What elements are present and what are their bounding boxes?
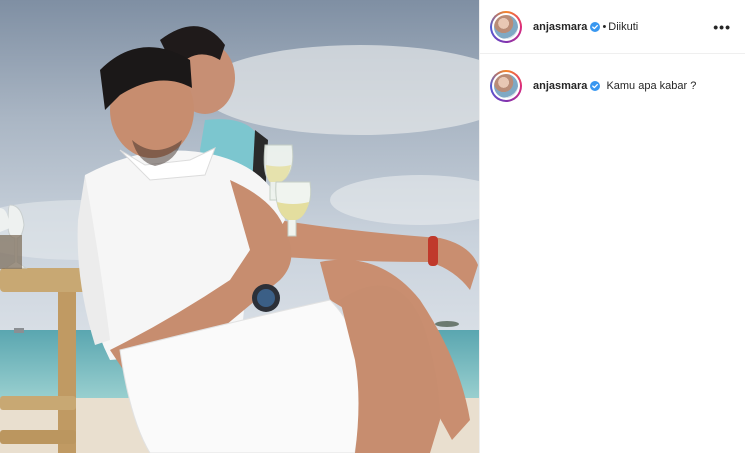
avatar-image bbox=[494, 14, 518, 39]
post-header: anjasmara • Diikuti ••• bbox=[480, 0, 745, 54]
caption-avatar-frame bbox=[492, 72, 520, 100]
header-separator: • bbox=[602, 20, 607, 33]
caption-avatar-image bbox=[494, 74, 518, 98]
beach-photo bbox=[0, 0, 479, 453]
post-sidebar: anjasmara • Diikuti ••• anjasmara Kamu a… bbox=[479, 0, 745, 453]
verified-badge-icon bbox=[590, 21, 601, 32]
caption-avatar[interactable] bbox=[490, 70, 522, 102]
post-photo[interactable] bbox=[0, 0, 479, 453]
caption-row: anjasmara Kamu apa kabar ? bbox=[480, 54, 745, 102]
avatar-frame bbox=[492, 12, 520, 41]
avatar[interactable] bbox=[490, 10, 522, 43]
instagram-post: anjasmara • Diikuti ••• anjasmara Kamu a… bbox=[0, 0, 745, 453]
caption-username[interactable]: anjasmara bbox=[533, 80, 587, 92]
following-button[interactable]: Diikuti bbox=[608, 21, 638, 33]
more-options-icon[interactable]: ••• bbox=[713, 19, 731, 35]
caption-verified-badge-icon bbox=[590, 81, 601, 91]
header-username[interactable]: anjasmara bbox=[533, 21, 587, 33]
caption-text: Kamu apa kabar ? bbox=[606, 80, 697, 92]
